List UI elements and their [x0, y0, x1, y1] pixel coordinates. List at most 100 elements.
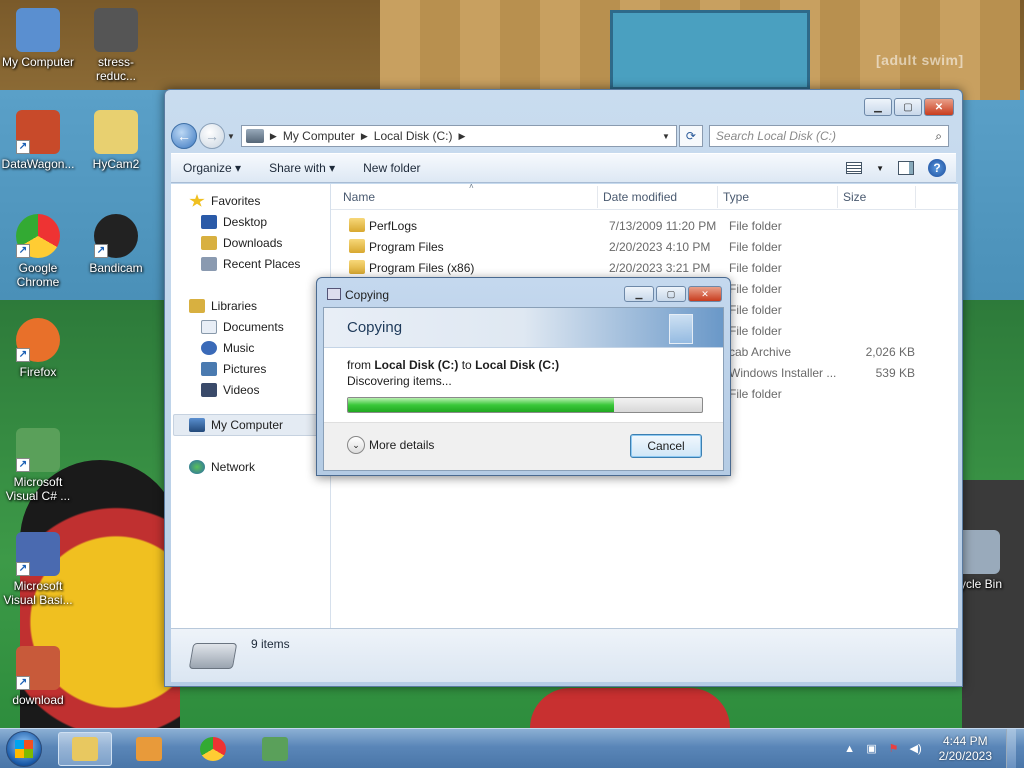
share-with-button[interactable]: Share with ▾: [269, 161, 335, 175]
view-dropdown-icon[interactable]: ▼: [876, 164, 884, 173]
dialog-maximize-button[interactable]: ▢: [656, 286, 686, 302]
cancel-button[interactable]: Cancel: [630, 434, 702, 458]
computer-icon: [245, 129, 264, 143]
details-pane: 9 items: [171, 628, 956, 682]
nav-documents[interactable]: Documents: [201, 320, 284, 334]
desktop-icon-stress-reducer[interactable]: stress-reduc...: [78, 8, 154, 83]
search-icon[interactable]: ⌕: [935, 129, 942, 144]
desktop-icon: [201, 215, 217, 229]
desktop-icon-visual-csharp[interactable]: ↗ Microsoft Visual C# ...: [0, 428, 76, 503]
file-date: 7/13/2009 11:20 PM: [609, 219, 717, 233]
clock[interactable]: 4:44 PM 2/20/2023: [939, 734, 992, 764]
search-input[interactable]: Search Local Disk (C:) ⌕: [708, 125, 949, 147]
dialog-close-button[interactable]: ✕: [688, 286, 722, 302]
copy-destination: Local Disk (C:): [475, 358, 560, 372]
desktop-icon-my-computer[interactable]: My Computer: [0, 8, 76, 69]
taskbar-chrome[interactable]: [186, 732, 240, 766]
nav-music[interactable]: Music: [201, 341, 254, 355]
breadcrumb-my-computer[interactable]: My Computer: [283, 129, 355, 143]
media-player-icon: [136, 737, 162, 761]
column-divider[interactable]: [717, 186, 718, 208]
address-dropdown-icon[interactable]: ▼: [662, 132, 670, 141]
more-details-toggle[interactable]: ⌄ More details: [347, 436, 434, 454]
start-button[interactable]: [6, 731, 42, 767]
nav-downloads[interactable]: Downloads: [201, 236, 282, 250]
minimize-button[interactable]: ▁: [864, 98, 892, 116]
desktop-icon-bandicam[interactable]: ↗ Bandicam: [78, 214, 154, 275]
libraries-icon: [189, 299, 205, 313]
network-icon: [189, 460, 205, 474]
refresh-button[interactable]: ⟳: [678, 125, 703, 147]
preview-pane-icon[interactable]: [898, 161, 914, 175]
recent-pages-dropdown[interactable]: ▼: [227, 132, 235, 141]
column-header-size[interactable]: Size: [843, 190, 866, 204]
chevron-down-icon: ⌄: [347, 436, 365, 454]
desktop-icon-download[interactable]: ↗ download: [0, 646, 76, 707]
file-name: PerfLogs: [369, 219, 418, 233]
folder-icon: [94, 110, 138, 154]
close-button[interactable]: ✕: [924, 98, 954, 116]
file-row[interactable]: Program Files (x86) 2/20/2023 3:21 PM File…: [331, 257, 958, 278]
desktop-icon-hycam2[interactable]: HyCam2: [78, 110, 154, 171]
network-tray-icon[interactable]: ▣: [865, 742, 879, 756]
desktop-icon-label: Microsoft Visual Basi...: [3, 579, 73, 607]
column-header-date[interactable]: Date modified: [603, 190, 677, 204]
column-divider[interactable]: [915, 186, 916, 208]
file-row[interactable]: PerfLogs 7/13/2009 11:20 PM File folder: [331, 215, 958, 236]
column-divider[interactable]: [597, 186, 598, 208]
column-header-type[interactable]: Type: [723, 190, 749, 204]
nav-pictures[interactable]: Pictures: [201, 362, 266, 376]
system-tray: ▲ ▣ ⚑ ◀) 4:44 PM 2/20/2023: [843, 729, 1016, 768]
nav-desktop[interactable]: Desktop: [201, 215, 267, 229]
dialog-header: Copying: [324, 308, 723, 348]
taskbar-visual-csharp[interactable]: [248, 732, 302, 766]
chevron-right-icon: ▶: [458, 130, 466, 141]
desktop-icon-chrome[interactable]: ↗ Google Chrome: [0, 214, 76, 289]
nav-libraries[interactable]: Libraries: [189, 299, 257, 313]
file-row[interactable]: Program Files 2/20/2023 4:10 PM File folde…: [331, 236, 958, 257]
breadcrumb-local-disk[interactable]: Local Disk (C:): [374, 129, 453, 143]
computer-icon: [16, 8, 60, 52]
nav-videos[interactable]: Videos: [201, 383, 259, 397]
dialog-heading: Copying: [347, 319, 403, 336]
taskbar-media-player[interactable]: [122, 732, 176, 766]
documents-icon: [201, 320, 217, 334]
column-headers: Name ˄ Date modified Type Size: [331, 182, 958, 210]
wallpaper-bottom: [530, 688, 730, 728]
taskbar-explorer[interactable]: [58, 732, 112, 766]
help-icon[interactable]: ?: [928, 159, 946, 177]
file-date: 2/20/2023 3:21 PM: [609, 261, 711, 275]
bandicam-icon: ↗: [94, 214, 138, 258]
nav-my-computer-label: My Computer: [211, 418, 284, 432]
back-button[interactable]: ←: [171, 123, 197, 149]
windows-logo-icon: [15, 740, 33, 758]
organize-button[interactable]: Organize ▾: [183, 161, 241, 175]
desktop-icon-datawagon[interactable]: ↗ DataWagon...: [0, 110, 76, 171]
desktop-icon-label: stress-reduc...: [95, 55, 137, 83]
item-count: 9 items: [251, 637, 290, 651]
star-icon: [189, 194, 205, 207]
copy-progress-bar: [347, 397, 703, 413]
show-hidden-icons-icon[interactable]: ▲: [843, 742, 857, 756]
image-icon: ↗: [16, 646, 60, 690]
change-view-icon[interactable]: [846, 162, 863, 174]
nav-network[interactable]: Network: [189, 460, 255, 474]
volume-icon[interactable]: ◀): [909, 742, 923, 756]
dialog-minimize-button[interactable]: ▁: [624, 286, 654, 302]
show-desktop-button[interactable]: [1006, 729, 1016, 768]
from-label: from: [347, 358, 371, 372]
new-folder-button[interactable]: New folder: [363, 161, 420, 175]
copy-dialog[interactable]: Copying ▁ ▢ ✕ Copying from Local Disk (C…: [316, 277, 731, 476]
desktop-icon-label: Bandicam: [89, 261, 143, 275]
forward-button[interactable]: →: [199, 123, 225, 149]
desktop-icon-visual-basic[interactable]: ↗ Microsoft Visual Basi...: [0, 532, 76, 607]
action-center-icon[interactable]: ⚑: [887, 742, 901, 756]
column-divider[interactable]: [837, 186, 838, 208]
address-bar[interactable]: ▶ My Computer ▶ Local Disk (C:) ▶ ▼: [240, 125, 677, 147]
maximize-button[interactable]: ▢: [894, 98, 922, 116]
nav-recent-places[interactable]: Recent Places: [201, 257, 300, 271]
desktop-icon-firefox[interactable]: ↗ Firefox: [0, 318, 76, 379]
nav-my-computer[interactable]: My Computer: [189, 418, 283, 432]
nav-favorites[interactable]: Favorites: [189, 194, 260, 208]
column-header-name[interactable]: Name: [343, 190, 375, 204]
